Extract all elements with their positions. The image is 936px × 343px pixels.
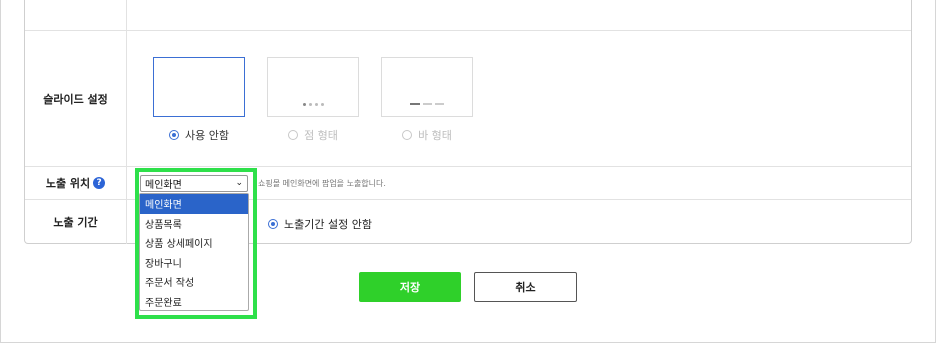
- slide-thumb-bar[interactable]: [381, 57, 473, 117]
- radio-unchecked-icon[interactable]: [402, 130, 413, 140]
- cancel-button[interactable]: 취소: [474, 272, 577, 302]
- slide-setting-label: 슬라이드 설정: [25, 31, 127, 166]
- dots-indicator-icon: [268, 103, 358, 106]
- bar-indicator-icon: [382, 103, 472, 105]
- previous-row: [25, 0, 911, 31]
- dropdown-option-order-complete[interactable]: 주문완료: [140, 292, 248, 312]
- period-label: 노출 기간: [25, 200, 127, 244]
- slide-radio-bar[interactable]: 바 형태: [402, 127, 452, 143]
- slide-radio-dots[interactable]: 점 형태: [288, 127, 338, 143]
- slide-option-group: 사용 안함 점 형태 바 형태: [153, 57, 473, 143]
- slide-option-label: 점 형태: [304, 129, 338, 142]
- slide-option-label: 바 형태: [418, 129, 452, 142]
- dropdown-option-main[interactable]: 메인화면: [140, 194, 248, 214]
- position-help-text: 쇼핑몰 메인화면에 팝업을 노출합니다.: [258, 179, 386, 188]
- slide-option-label: 사용 안함: [185, 129, 229, 142]
- slide-setting-row: 슬라이드 설정 사용 안함 점 형태 바 형태: [25, 31, 911, 167]
- slide-option-bar[interactable]: 바 형태: [381, 57, 473, 143]
- position-label: 노출 위치 ?: [25, 167, 127, 199]
- slide-thumb-dots[interactable]: [267, 57, 359, 117]
- dropdown-option-order-form[interactable]: 주문서 작성: [140, 272, 248, 292]
- position-label-text: 노출 위치: [45, 177, 91, 190]
- slide-option-none[interactable]: 사용 안함: [153, 57, 245, 143]
- slide-thumb-none[interactable]: [153, 57, 245, 117]
- radio-checked-icon[interactable]: [268, 219, 278, 229]
- period-radio-none[interactable]: 노출기간 설정 안함: [268, 216, 372, 232]
- dropdown-option-cart[interactable]: 장바구니: [140, 253, 248, 273]
- dropdown-option-product-list[interactable]: 상품목록: [140, 214, 248, 234]
- period-option-label: 노출기간 설정 안함: [284, 218, 372, 231]
- position-dropdown-list[interactable]: 메인화면 상품목록 상품 상세페이지 장바구니 주문서 작성 주문완료: [139, 193, 249, 311]
- slide-radio-none[interactable]: 사용 안함: [169, 127, 229, 143]
- previous-row-label: [25, 0, 127, 30]
- save-button[interactable]: 저장: [359, 272, 461, 302]
- dropdown-option-product-detail[interactable]: 상품 상세페이지: [140, 233, 248, 253]
- slide-option-dots[interactable]: 점 형태: [267, 57, 359, 143]
- radio-unchecked-icon[interactable]: [288, 130, 299, 140]
- help-icon[interactable]: ?: [93, 177, 106, 189]
- radio-checked-icon[interactable]: [169, 130, 179, 140]
